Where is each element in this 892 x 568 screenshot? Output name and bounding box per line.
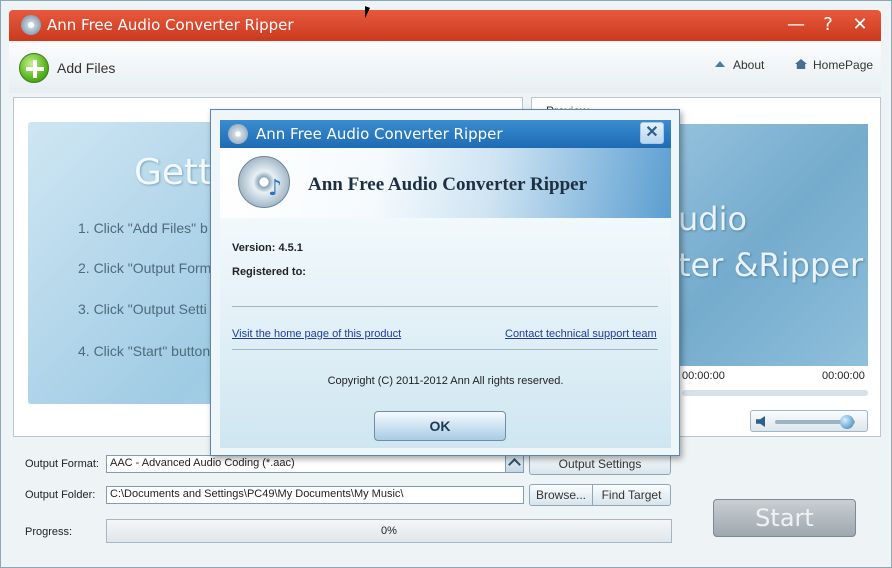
progress-bar: 0% [106, 519, 672, 543]
main-title-bar[interactable]: Ann Free Audio Converter Ripper — ? ✕ [9, 10, 881, 41]
about-dialog-title-bar[interactable]: Ann Free Audio Converter Ripper ✕ [220, 120, 671, 148]
up-arrow-icon [715, 61, 725, 67]
output-folder-label: Output Folder: [25, 489, 96, 501]
output-folder-value: C:\Documents and Settings\PC49\My Docume… [110, 488, 404, 500]
output-format-value: AAC - Advanced Audio Coding (*.aac) [110, 457, 295, 469]
version-text: Version: 4.5.1 [232, 242, 303, 254]
mouse-cursor-icon [365, 6, 370, 20]
close-button[interactable]: ✕ [849, 14, 871, 36]
dialog-cd-icon [228, 124, 248, 144]
divider-top [232, 306, 658, 307]
step-1: 1. Click "Add Files" b [78, 220, 208, 236]
progress-label: Progress: [25, 526, 73, 538]
about-label: About [733, 58, 765, 72]
progress-value: 0% [381, 525, 397, 537]
add-files-icon[interactable] [19, 53, 49, 83]
step-2: 2. Click "Output Form [78, 260, 212, 276]
about-close-button[interactable]: ✕ [640, 122, 664, 144]
about-link[interactable]: About [715, 58, 764, 72]
home-icon [795, 59, 807, 69]
dropdown-arrow-icon[interactable] [505, 456, 523, 472]
copyright-text: Copyright (C) 2011-2012 Ann All rights r… [327, 375, 564, 387]
speaker-icon[interactable] [756, 416, 765, 427]
seek-bar[interactable] [682, 390, 868, 396]
help-button[interactable]: ? [817, 14, 839, 36]
about-dialog-title: Ann Free Audio Converter Ripper [256, 125, 503, 143]
registered-text: Registered to: [232, 266, 306, 278]
find-target-button[interactable]: Find Target [592, 484, 671, 506]
ok-button[interactable]: OK [374, 411, 506, 441]
current-time: 00:00:00 [682, 370, 725, 382]
home-page-link[interactable]: Visit the home page of this product [232, 328, 401, 340]
window-title: Ann Free Audio Converter Ripper [47, 16, 294, 34]
total-time: 00:00:00 [822, 370, 865, 382]
output-format-select[interactable]: AAC - Advanced Audio Coding (*.aac) [106, 455, 524, 473]
toolbar: Add Files About HomePage [9, 43, 881, 93]
homepage-label: HomePage [813, 58, 874, 72]
output-format-label: Output Format: [25, 458, 99, 470]
preview-text-line2: ter &Ripper [678, 246, 864, 284]
about-dialog-body: Version: 4.5.1 Registered to: Visit the … [220, 218, 671, 448]
minimize-button[interactable]: — [785, 14, 807, 36]
banner-title: Ann Free Audio Converter Ripper [308, 174, 588, 195]
support-link[interactable]: Contact technical support team [505, 328, 657, 340]
music-note-icon: ♪ [268, 176, 283, 201]
browse-button[interactable]: Browse... [529, 484, 593, 506]
divider-bottom [232, 349, 658, 350]
getting-started-title: Gett [134, 152, 213, 193]
volume-control[interactable] [750, 410, 868, 432]
about-banner: ♪ Ann Free Audio Converter Ripper [220, 148, 671, 218]
app-cd-icon [21, 15, 41, 35]
add-files-button[interactable]: Add Files [57, 60, 115, 76]
start-button[interactable]: Start [713, 499, 856, 537]
output-settings-button[interactable]: Output Settings [529, 453, 671, 475]
step-3: 3. Click "Output Setti [78, 301, 207, 317]
about-dialog: Ann Free Audio Converter Ripper ✕ ♪ Ann … [210, 109, 680, 456]
output-folder-field[interactable]: C:\Documents and Settings\PC49\My Docume… [106, 486, 524, 504]
preview-text-line1: udio [678, 200, 748, 238]
volume-slider-knob[interactable] [840, 415, 854, 429]
step-4: 4. Click "Start" button [78, 343, 211, 359]
homepage-link[interactable]: HomePage [795, 58, 873, 72]
